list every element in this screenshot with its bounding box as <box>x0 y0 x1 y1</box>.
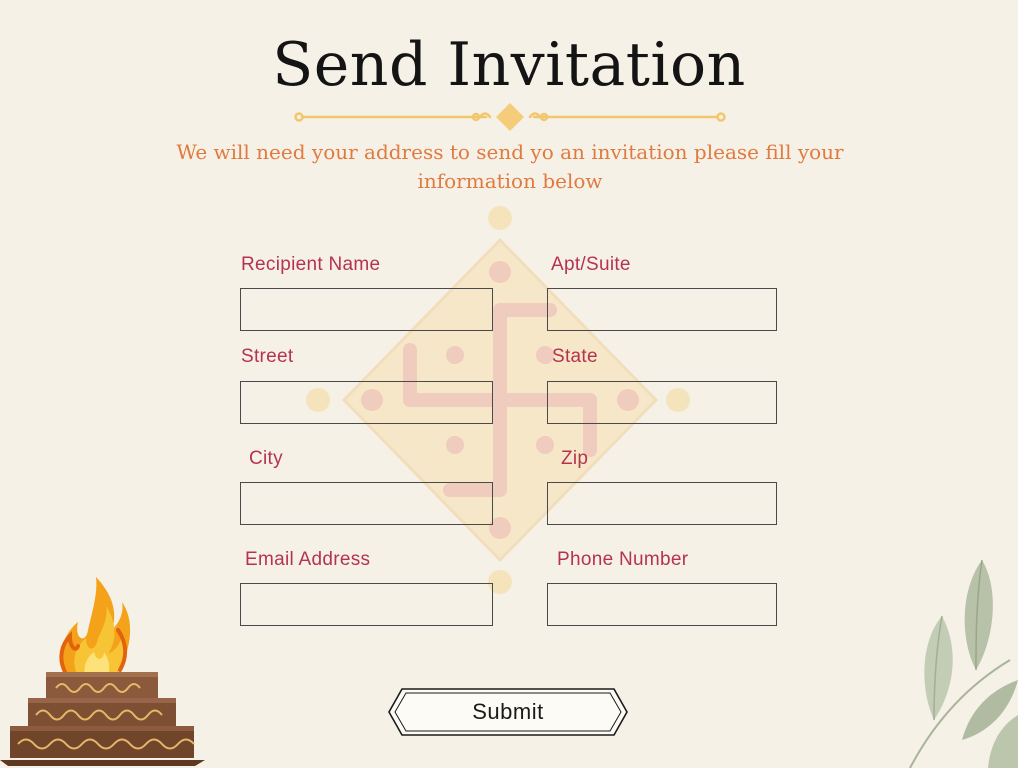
havan-fire-icon <box>0 577 205 766</box>
phone-number-label: Phone Number <box>557 549 689 570</box>
email-address-input[interactable] <box>240 583 493 626</box>
subtitle-line-2: information below <box>417 169 603 193</box>
page-title: Send Invitation <box>272 30 746 100</box>
submit-button-label: Submit <box>472 699 544 724</box>
subtitle-line-1: We will need your address to send yo an … <box>176 140 844 164</box>
street-label: Street <box>241 346 294 367</box>
phone-number-input[interactable] <box>547 583 777 626</box>
city-label: City <box>249 448 283 469</box>
ornament-divider-icon <box>294 103 726 131</box>
leaf-branch-decoration-icon <box>909 559 1018 768</box>
submit-button[interactable]: Submit <box>386 686 630 738</box>
city-input[interactable] <box>240 482 493 525</box>
recipient-name-label: Recipient Name <box>241 254 381 275</box>
apt-suite-input[interactable] <box>547 288 777 331</box>
zip-label: Zip <box>561 448 589 469</box>
recipient-name-input[interactable] <box>240 288 493 331</box>
zip-input[interactable] <box>547 482 777 525</box>
street-input[interactable] <box>240 381 493 424</box>
page-subtitle: We will need your address to send yo an … <box>160 138 860 196</box>
state-input[interactable] <box>547 381 777 424</box>
state-label: State <box>552 346 598 367</box>
email-address-label: Email Address <box>245 549 371 570</box>
apt-suite-label: Apt/Suite <box>551 254 631 275</box>
